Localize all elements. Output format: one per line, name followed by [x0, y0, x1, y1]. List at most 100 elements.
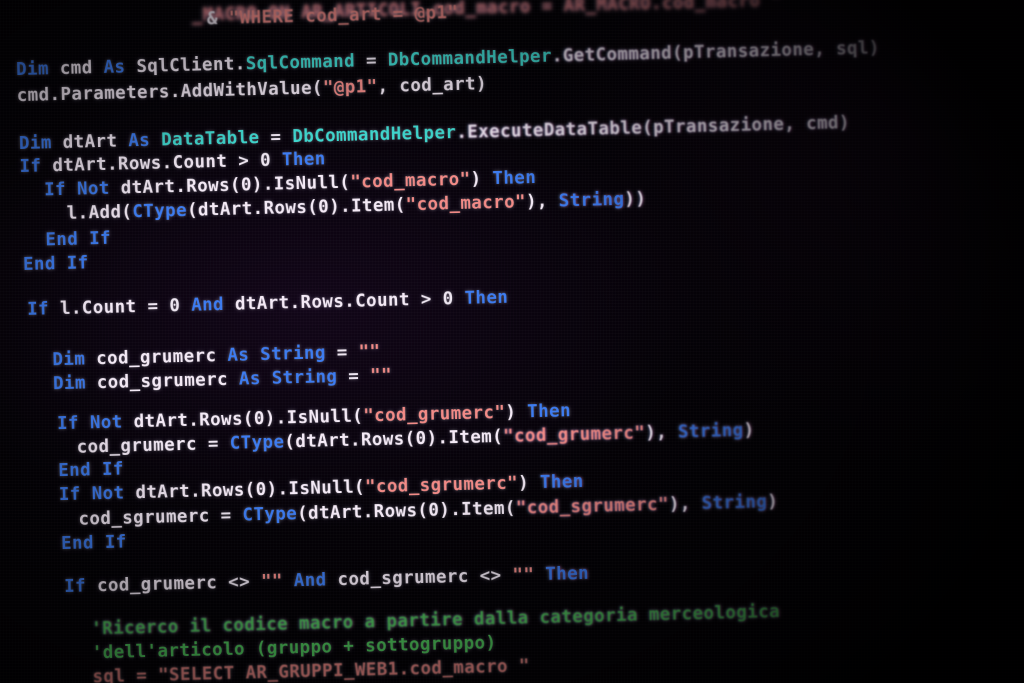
code-token: End If: [58, 459, 125, 482]
code-token: (dtArt.Rows(0).Item(: [284, 426, 504, 453]
code-token: DataTable: [160, 127, 260, 151]
code-token: dtArt.Rows.Count: [52, 151, 239, 177]
code-token: =: [354, 50, 389, 72]
code-line[interactable]: 'Ricerco il codice macro a partire dalla…: [91, 602, 780, 639]
code-token: Not: [91, 483, 136, 505]
code-line[interactable]: If l.Count = 0 And dtArt.Rows.Count > 0 …: [26, 288, 509, 320]
code-token: As: [227, 345, 261, 366]
code-token: (dtArt.Rows(0).Item(: [296, 498, 517, 525]
code-token: &: [206, 8, 230, 30]
code-token: Then: [545, 563, 590, 585]
code-line[interactable]: End If: [60, 532, 127, 555]
code-token: "": [512, 564, 546, 586]
monitor-photo-screen: _MACRO ON AR_ARTICOLI.cod_macro = AR_MAC…: [0, 0, 1024, 683]
code-token: =: [147, 296, 170, 317]
code-token: dtArt.Rows.Count: [234, 289, 422, 315]
code-token: dtArt: [62, 131, 129, 153]
code-token: Not: [89, 412, 134, 434]
code-token: ): [505, 402, 528, 423]
code-token: Dim: [52, 349, 97, 371]
code-line[interactable]: & "WHERE cod_art = @p1": [206, 3, 459, 30]
code-token: "": [358, 341, 381, 363]
code-line[interactable]: End If: [45, 228, 112, 251]
code-token: String: [558, 189, 625, 212]
code-token: Dim: [52, 373, 98, 395]
code-token: cod_grumerc: [76, 434, 209, 458]
code-token: If: [56, 413, 91, 435]
code-line[interactable]: cmd.Parameters.AddWithValue("@p1", cod_a…: [16, 74, 488, 107]
code-token: ),: [525, 191, 559, 213]
code-token: End If: [60, 532, 127, 555]
code-line[interactable]: If cod_grumerc <> "" And cod_sgrumerc <>…: [63, 563, 590, 598]
code-token: 0: [442, 288, 465, 310]
code-token: cod_grumerc: [95, 345, 228, 370]
code-token: If: [19, 156, 53, 178]
code-token: If: [63, 576, 98, 598]
code-token: As: [238, 368, 272, 390]
code-token: dtArt.Rows(0).IsNull(: [120, 172, 351, 199]
code-token: .: [234, 54, 246, 75]
code-token: "cod_grumerc": [502, 423, 646, 447]
code-token: SqlClient: [136, 54, 236, 78]
code-token: String: [271, 367, 338, 389]
code-token: As: [103, 57, 137, 78]
code-token: CType: [242, 504, 298, 526]
code-token: =: [220, 505, 243, 527]
code-line[interactable]: End If: [58, 459, 125, 482]
code-token: Then: [526, 401, 572, 423]
code-token: "cod_sgrumerc": [515, 494, 670, 519]
code-token: "cod_sgrumerc": [364, 473, 519, 498]
code-line[interactable]: Dim dtArt As DataTable = DbCommandHelper…: [19, 113, 850, 154]
code-token: 0: [259, 150, 283, 171]
code-line[interactable]: Dim cod_sgrumerc As String = "": [52, 365, 393, 395]
code-token: SqlCommand: [245, 51, 356, 75]
code-token: >: [237, 150, 261, 172]
code-token: =: [325, 342, 359, 364]
code-token: End If: [45, 228, 112, 251]
code-token: 0: [169, 295, 192, 317]
code-token: ): [767, 491, 779, 513]
code-token: If: [26, 299, 61, 320]
code-token: )): [624, 189, 647, 210]
code-token: l.Add(: [66, 202, 133, 224]
code-token: As: [128, 130, 162, 152]
code-token: cod_sgrumerc: [96, 369, 240, 394]
code-token: CType: [229, 432, 285, 454]
code-token: If: [43, 179, 78, 201]
code-token: =: [207, 433, 230, 455]
code-token: dtArt.Rows(0).IsNull(: [135, 477, 366, 504]
code-token: And: [190, 294, 236, 316]
code-token: "cod_macro": [405, 192, 527, 216]
code-token: cmd.Parameters.AddWithValue(: [16, 78, 324, 107]
code-token: ): [517, 472, 541, 494]
code-editor-surface[interactable]: _MACRO ON AR_ARTICOLI.cod_macro = AR_MAC…: [0, 0, 1024, 683]
code-token: "cod_grumerc": [362, 402, 506, 427]
code-token: cod_grumerc: [96, 572, 229, 597]
code-token: =: [337, 366, 371, 388]
code-line[interactable]: If dtArt.Rows.Count > 0 Then: [19, 149, 326, 178]
code-token: l.Count: [59, 296, 148, 320]
code-line[interactable]: sql = "SELECT AR_GRUPPI_WEB1.cod_macro ": [92, 656, 530, 683]
code-token: String: [677, 420, 744, 443]
code-token: "": [369, 365, 393, 387]
code-token: <>: [479, 565, 513, 587]
code-token: String: [701, 492, 768, 514]
code-token: , cod_art): [377, 74, 488, 97]
code-token: CType: [132, 200, 188, 223]
code-token: dtArt.Rows(0).IsNull(: [133, 406, 364, 433]
code-token: (dtArt.Rows(0).Item(: [186, 195, 406, 221]
code-token: .GetCommand(pTransazione, sql): [551, 38, 881, 67]
code-token: "": [260, 571, 295, 593]
code-line[interactable]: Dim cmd As SqlClient.SqlCommand = DbComm…: [16, 38, 881, 80]
code-token: ): [470, 169, 493, 190]
code-token: And: [293, 570, 338, 592]
code-token: ): [743, 420, 755, 441]
code-line[interactable]: End If: [23, 253, 89, 275]
code-token: cmd: [59, 57, 104, 79]
code-token: Then: [492, 167, 537, 190]
code-line[interactable]: Dim cod_grumerc As String = "": [52, 341, 381, 371]
code-token: <>: [227, 572, 262, 593]
code-token: =: [259, 127, 293, 148]
code-token: "cod_macro": [350, 169, 471, 193]
code-token: ),: [668, 493, 702, 515]
